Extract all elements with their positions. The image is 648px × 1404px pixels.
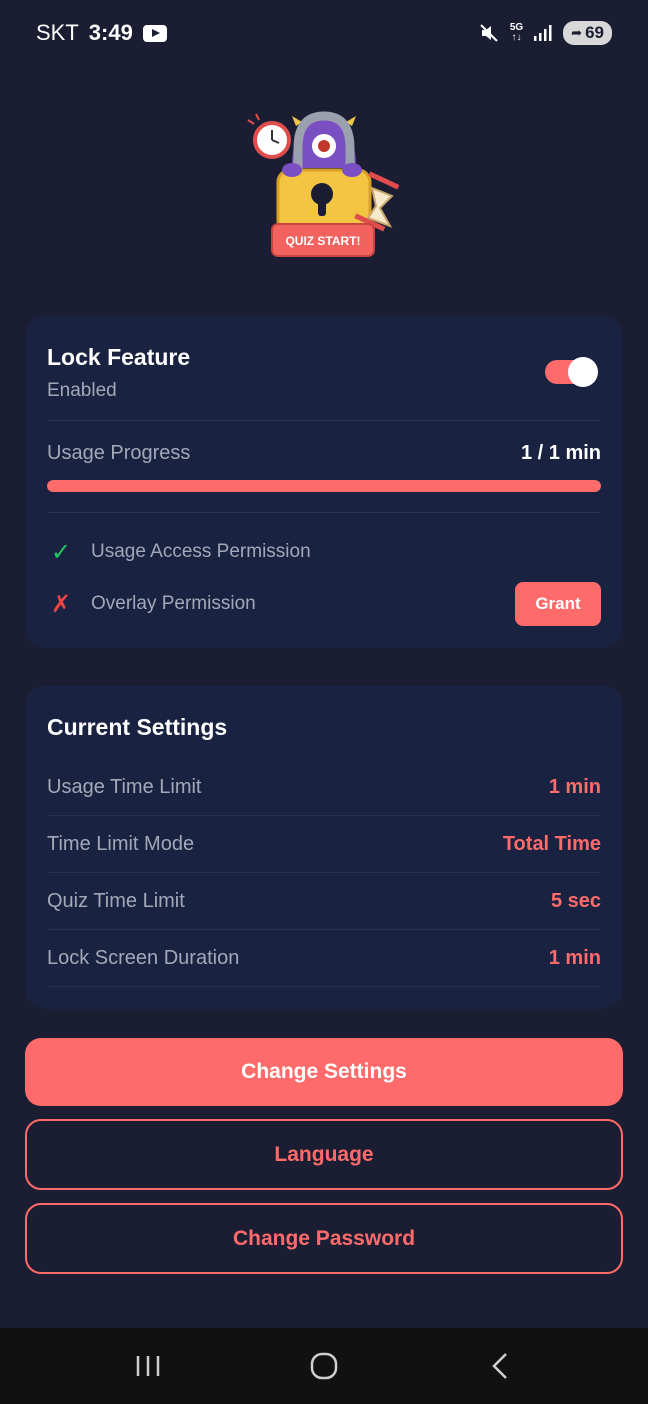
setting-value: Total Time: [502, 832, 601, 855]
usage-progress-label: Usage Progress: [47, 442, 191, 464]
check-icon: ✓: [51, 538, 72, 566]
setting-value: 1 min: [548, 775, 601, 798]
usage-progress-bar: [47, 480, 601, 492]
home-icon: [310, 1352, 338, 1380]
setting-row-time-limit-mode: Time Limit Mode Total Time: [47, 816, 601, 873]
lock-feature-card: Lock Feature Enabled Usage Progress 1 / …: [25, 316, 623, 648]
language-button[interactable]: Language: [25, 1119, 623, 1190]
lock-mascot-illustration: QUIZ START!: [247, 111, 400, 257]
home-button[interactable]: [294, 1336, 354, 1396]
toggle-knob: [568, 357, 598, 387]
recent-apps-icon: [136, 1356, 160, 1376]
change-settings-button[interactable]: Change Settings: [25, 1038, 623, 1106]
clock: 3:49: [88, 20, 133, 45]
permission-row-usage-access: ✓ Usage Access Permission: [47, 532, 601, 572]
current-settings-title: Current Settings: [47, 714, 228, 740]
divider: [47, 512, 601, 513]
back-button[interactable]: [470, 1336, 530, 1396]
grant-overlay-button[interactable]: Grant: [515, 582, 601, 626]
quiz-start-badge: QUIZ START!: [285, 234, 360, 248]
current-settings-card: Current Settings Usage Time Limit 1 min …: [25, 686, 623, 1009]
system-nav-bar: [0, 1328, 648, 1404]
youtube-icon: [142, 24, 167, 42]
5g-icon: 5G ↑↓: [509, 22, 524, 43]
lock-feature-status: Enabled: [47, 380, 117, 401]
setting-label: Quiz Time Limit: [47, 889, 185, 912]
permission-label: Overlay Permission: [91, 593, 256, 614]
signal-icon: [534, 25, 552, 41]
setting-row-usage-time-limit: Usage Time Limit 1 min: [47, 759, 601, 816]
permission-row-overlay: ✗ Overlay Permission Grant: [47, 582, 601, 626]
usage-progress-fill: [47, 480, 601, 492]
setting-row-quiz-time-limit: Quiz Time Limit 5 sec: [47, 873, 601, 930]
setting-row-lock-screen-duration: Lock Screen Duration 1 min: [47, 930, 601, 987]
network-label: 5G: [509, 22, 524, 33]
battery-level: 69: [585, 23, 604, 42]
setting-value: 5 sec: [550, 889, 601, 912]
setting-label: Time Limit Mode: [47, 832, 195, 855]
mute-icon: [480, 24, 498, 42]
lock-feature-toggle[interactable]: [545, 357, 598, 387]
battery-saver-icon: ➦: [571, 25, 583, 40]
setting-label: Lock Screen Duration: [47, 946, 240, 969]
battery-icon: ➦ 69: [563, 21, 612, 45]
lock-feature-title: Lock Feature: [47, 344, 191, 370]
setting-value: 1 min: [548, 946, 601, 969]
divider: [47, 420, 601, 421]
alarm-clock-icon: [247, 113, 291, 159]
change-password-button[interactable]: Change Password: [25, 1203, 623, 1274]
recent-apps-button[interactable]: [118, 1336, 178, 1396]
usage-progress-value: 1 / 1 min: [520, 442, 601, 464]
cross-icon: ✗: [51, 590, 72, 618]
setting-label: Usage Time Limit: [47, 775, 202, 798]
carrier-label: SKT: [36, 20, 79, 45]
status-bar: SKT 3:49 5G ↑↓ ➦ 69: [0, 0, 648, 66]
back-icon: [492, 1353, 507, 1379]
permission-label: Usage Access Permission: [91, 541, 311, 562]
